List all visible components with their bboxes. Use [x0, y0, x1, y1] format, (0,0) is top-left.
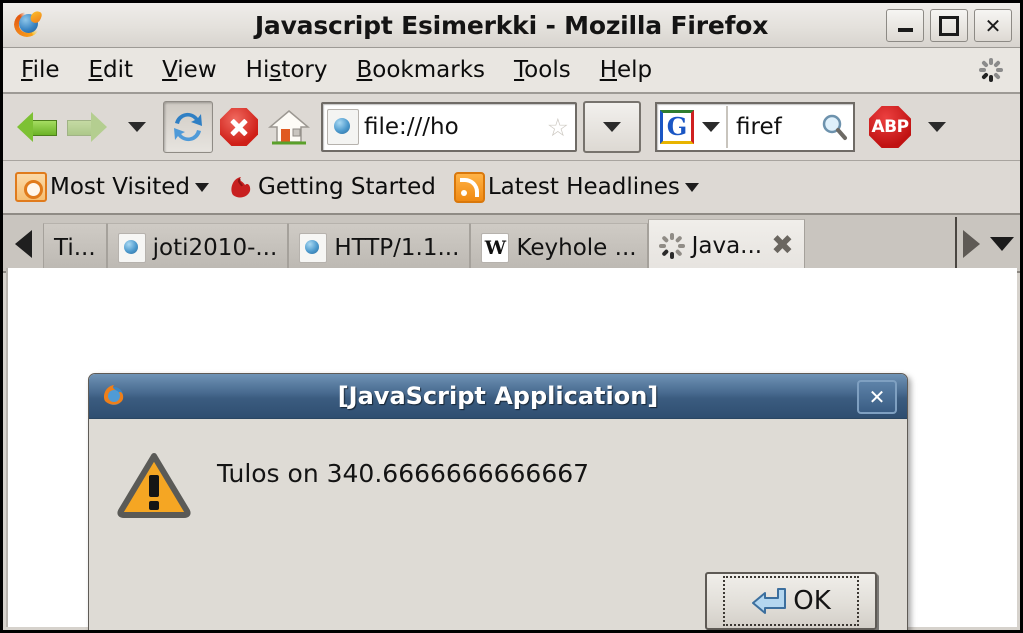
enter-key-arrow-icon — [751, 586, 791, 616]
back-button[interactable] — [13, 102, 61, 152]
dialog-footer: OK — [89, 544, 907, 630]
tab-java-active[interactable]: Java... ✖ — [647, 219, 805, 271]
tab-label: joti2010-... — [152, 234, 278, 261]
url-input[interactable]: file:///ho — [364, 114, 547, 140]
forward-arrow-icon — [67, 112, 107, 142]
window-controls: ✕ — [886, 9, 1012, 42]
stop-button[interactable] — [215, 102, 263, 152]
ok-button-label: OK — [793, 586, 831, 616]
maximize-button[interactable] — [930, 9, 968, 42]
warning-triangle-icon — [117, 451, 191, 519]
reload-button[interactable] — [163, 101, 213, 153]
page-icon — [117, 232, 146, 263]
menu-edit[interactable]: Edit — [89, 57, 134, 83]
bookmark-label: Most Visited — [50, 174, 190, 200]
history-dropdown-button[interactable] — [113, 102, 161, 152]
tab-joti2010[interactable]: joti2010-... — [106, 223, 289, 271]
dialog-title: [JavaScript Application] — [337, 382, 659, 410]
bookmark-label: Getting Started — [258, 174, 436, 200]
search-bar[interactable]: G firef — [655, 102, 855, 152]
page-content-area: [JavaScript Application] ✕ Tulos on 340.… — [6, 268, 1017, 630]
loading-spinner-icon — [978, 57, 1004, 83]
home-button[interactable] — [265, 102, 313, 152]
search-input[interactable]: firef — [736, 114, 819, 140]
star-icon[interactable]: ☆ — [547, 115, 569, 140]
tab-list-dropdown-icon[interactable] — [990, 237, 1014, 251]
dialog-title-bar: [JavaScript Application] ✕ — [89, 374, 907, 419]
tab-bar: Ti... joti2010-... HTTP/1.1... W Keyhole… — [3, 215, 1020, 273]
ok-button[interactable]: OK — [705, 572, 877, 630]
bookmarks-toolbar: Most Visited Getting Started Latest Head… — [3, 161, 1020, 215]
menu-tools[interactable]: Tools — [514, 57, 571, 83]
search-engine-icon[interactable]: G — [660, 110, 694, 144]
home-icon — [267, 108, 311, 146]
tab-label: HTTP/1.1... — [334, 234, 460, 261]
chevron-down-icon — [195, 182, 209, 192]
minimize-button[interactable] — [886, 9, 924, 42]
close-icon: ✕ — [868, 385, 886, 409]
tab-close-icon[interactable]: ✖ — [771, 232, 794, 259]
title-bar: Javascript Esimerkki - Mozilla Firefox ✕ — [3, 3, 1020, 48]
tab-bar-controls — [955, 217, 1020, 271]
url-dropdown-button[interactable] — [583, 101, 641, 153]
chevron-down-icon — [684, 182, 699, 192]
maximize-icon — [939, 15, 959, 36]
menu-help[interactable]: Help — [600, 57, 652, 83]
page-icon — [299, 232, 328, 263]
triangle-right-icon[interactable] — [963, 230, 980, 258]
dialog-close-button[interactable]: ✕ — [857, 380, 897, 414]
url-bar[interactable]: file:///ho ☆ — [321, 102, 577, 152]
loading-spinner-icon — [658, 232, 685, 259]
menu-bar: File Edit View History Bookmarks Tools H… — [3, 48, 1020, 94]
triangle-left-icon — [14, 230, 32, 258]
dialog-message: Tulos on 340.6666666666667 — [217, 459, 590, 488]
close-button[interactable]: ✕ — [974, 9, 1012, 42]
site-identity-icon[interactable] — [327, 109, 359, 145]
firefox-small-icon — [227, 173, 255, 201]
bookmark-getting-started[interactable]: Getting Started — [227, 173, 436, 201]
menu-view[interactable]: View — [162, 57, 217, 83]
back-arrow-icon — [17, 112, 57, 142]
window-title: Javascript Esimerkki - Mozilla Firefox — [254, 10, 769, 40]
folder-search-icon — [15, 172, 47, 202]
bookmark-latest-headlines[interactable]: Latest Headlines — [453, 171, 699, 203]
reload-icon — [168, 107, 208, 147]
firefox-logo-icon — [13, 9, 43, 40]
menu-file[interactable]: File — [21, 57, 60, 83]
navigation-toolbar: file:///ho ☆ G firef ABP — [3, 94, 1020, 161]
magnifier-icon[interactable] — [819, 112, 849, 142]
menu-history[interactable]: History — [246, 57, 328, 83]
stop-icon — [220, 108, 258, 146]
dialog-body: Tulos on 340.6666666666667 — [89, 419, 907, 537]
tab-label: Keyhole ... — [516, 234, 637, 261]
chevron-down-icon — [128, 122, 146, 132]
chevron-down-icon — [603, 122, 621, 132]
tab-label: Ti... — [54, 234, 96, 261]
tab-ti[interactable]: Ti... — [43, 223, 107, 271]
tab-http11[interactable]: HTTP/1.1... — [288, 223, 471, 271]
firefox-window: Javascript Esimerkki - Mozilla Firefox ✕… — [0, 0, 1023, 633]
menu-bookmarks[interactable]: Bookmarks — [357, 57, 486, 83]
rss-icon — [453, 171, 485, 203]
adblock-plus-icon[interactable]: ABP — [869, 106, 911, 148]
chevron-down-icon — [928, 122, 946, 132]
minimize-icon — [897, 27, 913, 32]
close-icon: ✕ — [984, 13, 1002, 38]
wikipedia-icon: W — [481, 232, 510, 263]
tab-scroll-left-button[interactable] — [3, 217, 43, 271]
tab-keyhole[interactable]: W Keyhole ... — [470, 223, 648, 271]
tab-label: Java... — [691, 232, 763, 259]
bookmark-label: Latest Headlines — [487, 174, 680, 200]
javascript-alert-dialog: [JavaScript Application] ✕ Tulos on 340.… — [88, 373, 908, 630]
toolbar-overflow-button[interactable] — [913, 102, 961, 152]
firefox-logo-icon — [101, 383, 127, 409]
bookmark-most-visited[interactable]: Most Visited — [15, 172, 209, 202]
forward-button — [63, 102, 111, 152]
divider — [726, 106, 728, 148]
search-engine-dropdown-icon[interactable] — [702, 122, 720, 132]
